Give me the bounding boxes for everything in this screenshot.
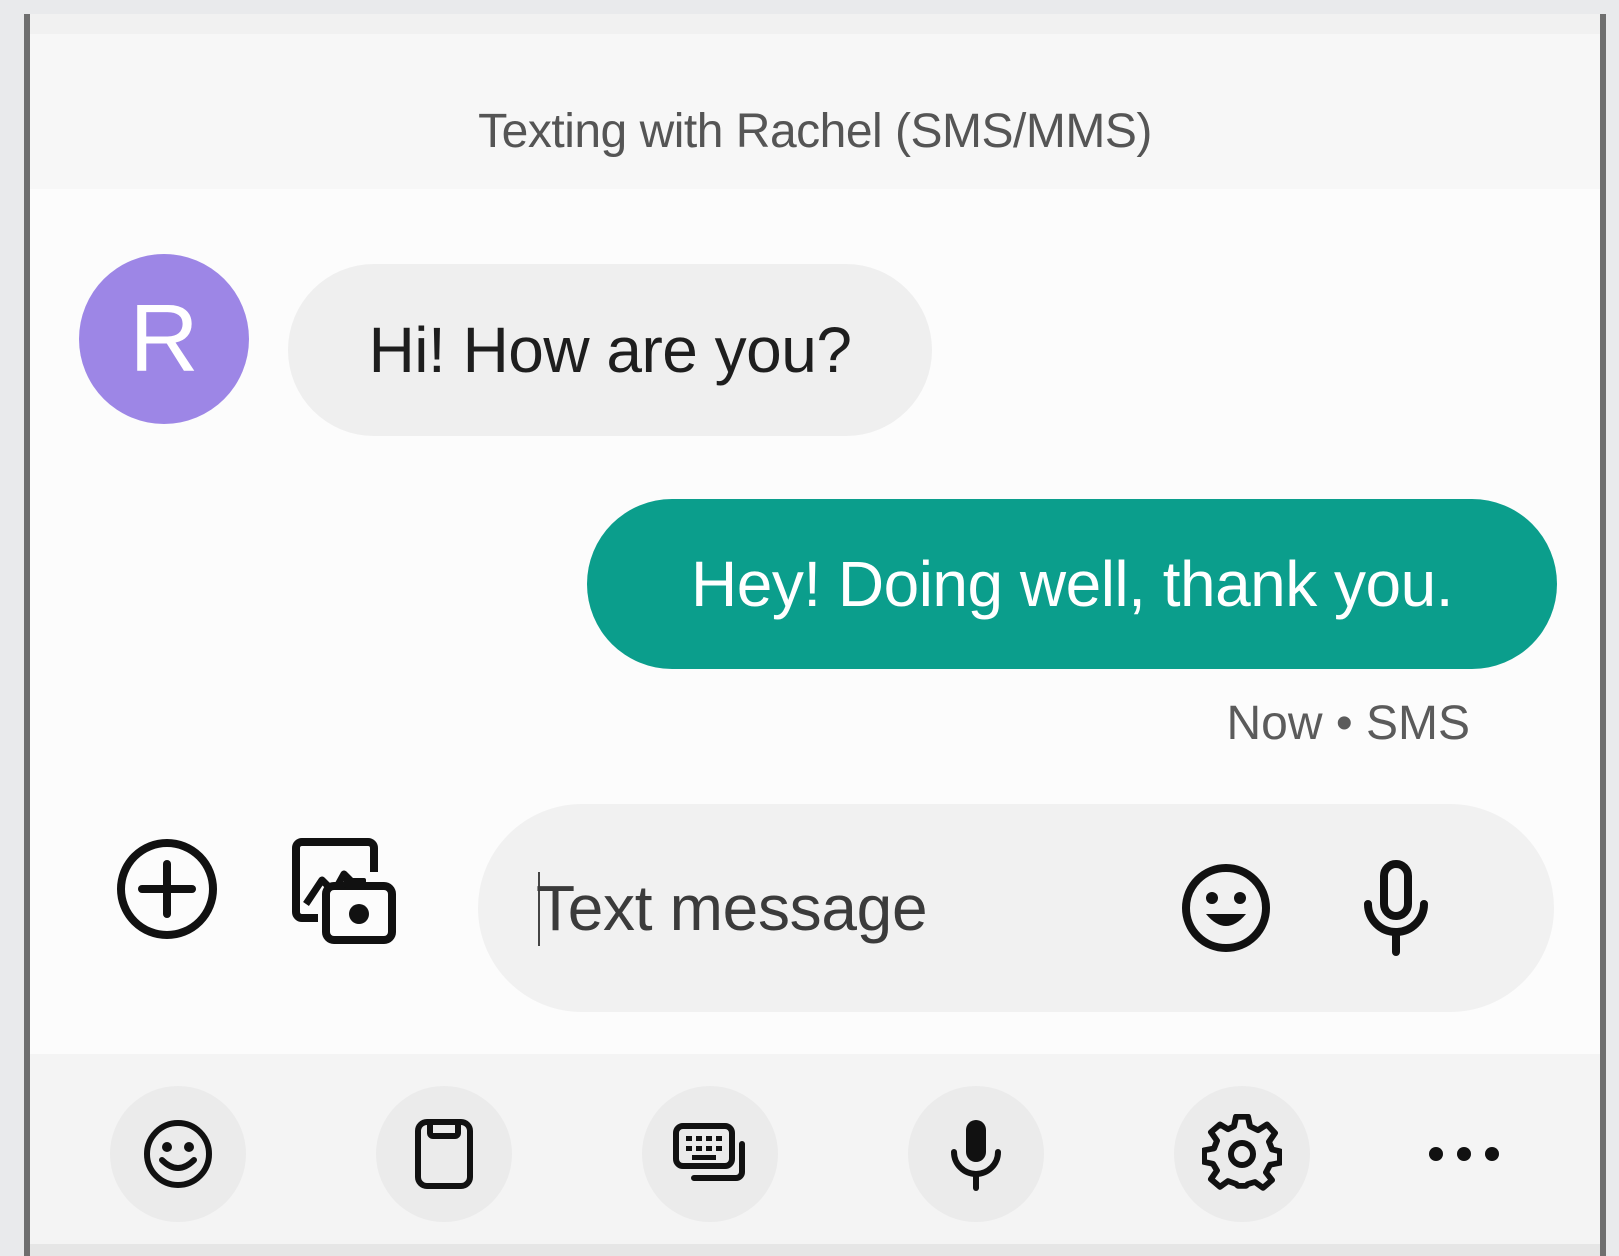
compose-input[interactable]: Text message — [536, 804, 928, 1012]
messaging-window: Texting with Rachel (SMS/MMS) R Hi! How … — [24, 14, 1606, 1256]
message-status: Now • SMS — [1226, 697, 1470, 750]
more-horizontal-icon[interactable] — [1424, 1134, 1504, 1174]
page-title: Texting with Rachel (SMS/MMS) — [478, 105, 1152, 158]
settings-gear-icon — [1202, 1114, 1282, 1191]
clipboard-icon — [415, 1119, 473, 1189]
outgoing-message-bubble[interactable]: Hey! Doing well, thank you. — [587, 499, 1557, 669]
keyboard-emoji-button[interactable] — [110, 1086, 246, 1222]
microphone-icon[interactable] — [1358, 854, 1434, 962]
incoming-message-bubble[interactable]: Hi! How are you? — [288, 264, 932, 436]
keyboard-area — [30, 1244, 1600, 1256]
keyboard-voice-button[interactable] — [908, 1086, 1044, 1222]
keyboard-mode-button[interactable] — [642, 1086, 778, 1222]
voice-input-icon — [951, 1120, 1001, 1191]
message-compose-field[interactable]: Text message — [478, 804, 1554, 1012]
add-circle-icon[interactable] — [112, 834, 222, 944]
keyboard-mode-icon — [673, 1123, 745, 1181]
keyboard-clipboard-button[interactable] — [376, 1086, 512, 1222]
emoji-icon — [144, 1120, 212, 1188]
avatar[interactable]: R — [79, 254, 249, 424]
emoji-icon[interactable] — [1178, 860, 1274, 956]
conversation-header: Texting with Rachel (SMS/MMS) — [30, 14, 1600, 189]
gallery-camera-icon[interactable] — [288, 832, 400, 948]
keyboard-toolbar — [30, 1054, 1600, 1244]
keyboard-settings-button[interactable] — [1174, 1086, 1310, 1222]
